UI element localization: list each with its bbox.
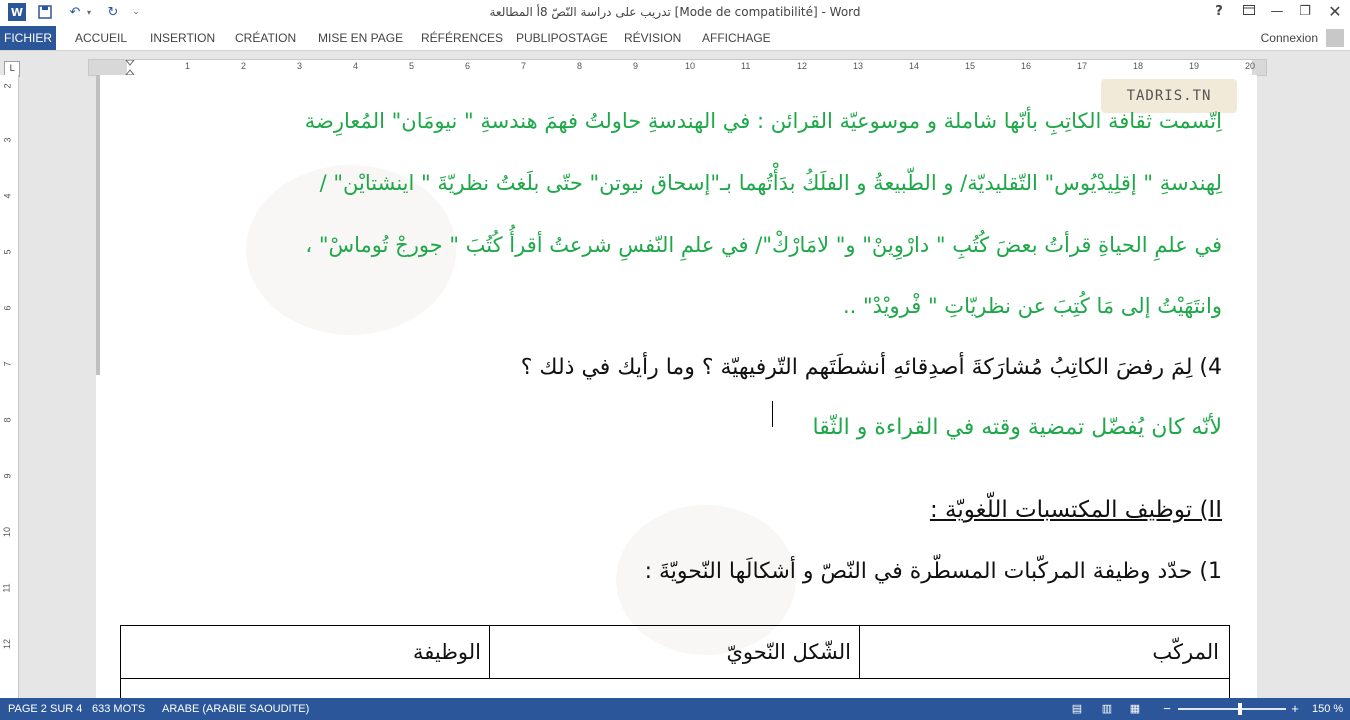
zoom-out-icon[interactable]: − (1160, 702, 1174, 716)
tab-publipostage[interactable]: PUBLIPOSTAGE (516, 26, 608, 50)
ruler-number: 3 (2, 137, 13, 143)
ruler-number: 8 (2, 417, 13, 423)
tab-affichage[interactable]: AFFICHAGE (702, 26, 771, 50)
paragraph-line[interactable]: اِتّسمت ثقافة الكاتِبِ بأنّها شاملة و مو… (305, 109, 1222, 133)
ruler-number: 19 (1189, 61, 1200, 71)
web-layout-icon[interactable]: ▦ (1128, 702, 1142, 716)
minimize-icon[interactable]: — (1266, 3, 1288, 21)
window-title: تدريب على دراسة النّصّ 8أ المطالعة [Mode… (489, 5, 861, 19)
avatar[interactable] (1326, 29, 1344, 47)
ruler-number: 20 (1245, 61, 1256, 71)
answer-table[interactable]: المركّب الشّكل النّحويّ الوظيفة (120, 625, 1230, 698)
text-cursor (772, 401, 773, 427)
vertical-ruler[interactable]: 2 3 4 5 6 7 8 9 10 11 12 (0, 75, 19, 698)
ruler-number: 4 (2, 193, 13, 199)
tab-revision[interactable]: RÉVISION (624, 26, 681, 50)
ruler-number: 16 (1021, 61, 1032, 71)
title-bar: W ↶ ▾ ↻ ⌄ تدريب على دراسة النّصّ 8أ المط… (0, 0, 1350, 26)
restore-icon[interactable]: ❐ (1294, 3, 1316, 21)
signin-link[interactable]: Connexion (1261, 26, 1318, 50)
zoom-in-icon[interactable]: + (1288, 702, 1302, 716)
table-header-cell: الوظيفة (412, 640, 481, 664)
ruler-number: 18 (1133, 61, 1144, 71)
ruler-number: 6 (2, 305, 13, 311)
ruler-number: 11 (1, 583, 12, 593)
ruler-number: 5 (409, 61, 415, 71)
paragraph-line[interactable]: لِهندسةِ " إقلِيدْيُوس" التّقليديّة/ و ا… (320, 171, 1222, 195)
table-header-cell: المركّب (1152, 640, 1219, 664)
ruler-number: 14 (909, 61, 920, 71)
ribbon-display-options-icon[interactable] (1238, 3, 1260, 21)
table-header-cell: الشّكل النّحويّ (726, 640, 851, 664)
horizontal-ruler[interactable]: 1 2 3 4 5 6 7 8 9 10 11 12 13 14 15 16 1… (88, 59, 1267, 76)
ruler-number: 6 (465, 61, 471, 71)
word-count[interactable]: 633 MOTS (92, 698, 145, 720)
zoom-level[interactable]: 150 % (1312, 698, 1343, 720)
section-heading[interactable]: II) توظيف المكتسبات اللّغويّة : (930, 497, 1222, 523)
table-divider (859, 626, 860, 678)
paragraph-line[interactable]: في علمِ الحياةِ قرأتُ بعضَ كُتُبِ " دارْ… (305, 233, 1222, 257)
paragraph-line[interactable]: وانتَهَيْتُ إلى مَا كُتِبَ عن نظريّاتِ "… (843, 294, 1222, 318)
ruler-number: 11 (741, 61, 751, 71)
ruler-number: 5 (2, 249, 13, 255)
indent-marker-icon[interactable] (125, 60, 135, 75)
ruler-number: 7 (521, 61, 527, 71)
question-line[interactable]: 1) حدّد وظيفة المركّبات المسطّرة في النّ… (645, 559, 1222, 584)
table-row-divider (121, 678, 1229, 679)
zoom-slider[interactable] (1178, 708, 1286, 710)
tab-creation[interactable]: CRÉATION (235, 26, 296, 50)
read-mode-icon[interactable]: ▤ (1070, 702, 1084, 716)
page-count[interactable]: PAGE 2 SUR 4 (8, 698, 82, 720)
ruler-number: 2 (241, 61, 247, 71)
ruler-number: 12 (797, 61, 808, 71)
ruler-number: 17 (1077, 61, 1088, 71)
ruler-number: 7 (2, 361, 13, 367)
ruler-number: 3 (297, 61, 303, 71)
print-layout-icon[interactable]: ▥ (1100, 702, 1114, 716)
ruler-number: 9 (633, 61, 639, 71)
ruler-number: 13 (853, 61, 864, 71)
ruler-number: 12 (2, 638, 13, 650)
status-bar: PAGE 2 SUR 4 633 MOTS ARABE (ARABIE SAOU… (0, 698, 1350, 720)
close-icon[interactable]: ✕ (1324, 3, 1346, 21)
page-margin-marker (96, 75, 100, 375)
tab-fichier[interactable]: FICHIER (0, 26, 56, 50)
tab-accueil[interactable]: ACCUEIL (75, 26, 127, 50)
ruler-number: 10 (2, 526, 13, 538)
ruler-number: 2 (2, 83, 13, 89)
ruler-number: 8 (577, 61, 583, 71)
ruler-number: 15 (965, 61, 976, 71)
zoom-slider-knob[interactable] (1238, 703, 1242, 715)
ruler-number: 1 (185, 61, 191, 71)
tadris-logo: TADRIS.TN (1101, 79, 1237, 113)
ruler-number: 4 (353, 61, 359, 71)
language-indicator[interactable]: ARABE (ARABIE SAOUDITE) (162, 698, 309, 720)
ruler-number: 10 (685, 61, 696, 71)
table-divider (489, 626, 490, 678)
ruler-number: 9 (2, 473, 13, 479)
ribbon-tabs: FICHIER ACCUEIL INSERTION CRÉATION MISE … (0, 26, 1350, 51)
tab-mise-en-page[interactable]: MISE EN PAGE (318, 26, 403, 50)
answer-line[interactable]: لأنّه كان يُفضّل تمضية وقته في القراءة و… (813, 415, 1223, 440)
document-page[interactable]: TADRIS.TN اِتّسمت ثقافة الكاتِبِ بأنّها … (96, 75, 1257, 698)
tab-insertion[interactable]: INSERTION (150, 26, 215, 50)
help-button[interactable]: ? (1208, 3, 1230, 21)
tab-references[interactable]: RÉFÉRENCES (421, 26, 503, 50)
question-line[interactable]: 4) لِمَ رفضَ الكاتِبُ مُشارَكةَ أصدِقائه… (521, 355, 1222, 380)
